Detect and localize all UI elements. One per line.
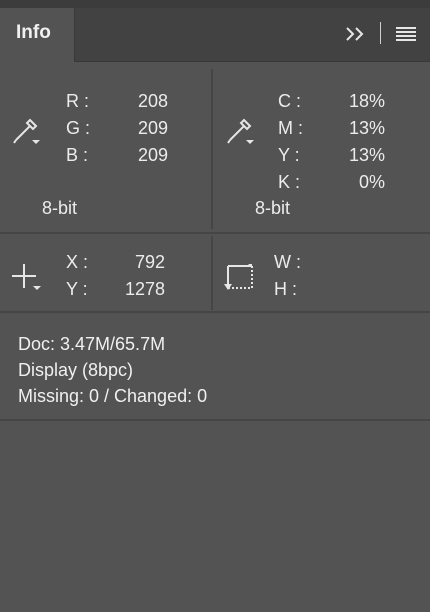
h-label: H : [274,279,298,299]
vertical-divider-top [211,69,213,229]
r-label: R : [66,91,90,111]
panel-header: Info [0,8,430,62]
c-value: 18% [348,91,385,111]
horizontal-divider-1 [0,232,430,234]
rgb-bit-depth: 8-bit [42,198,78,218]
eyedropper-icon [227,118,254,144]
k-value: 0% [358,172,385,192]
selection-size-icon [224,264,253,290]
horizontal-divider-2 [0,311,430,313]
size-units-button [222,262,256,299]
header-separator [380,22,381,44]
g-value: 209 [137,118,168,138]
panel-menu-button[interactable] [395,25,417,43]
g-label: G : [66,118,91,138]
m-value: 13% [348,118,385,138]
x-label: X : [66,252,89,272]
position-units-button[interactable] [10,262,44,299]
y-position-value: 1278 [124,279,165,299]
collapse-panel-button[interactable] [343,24,367,44]
b-value: 209 [137,145,168,165]
m-label: M : [278,118,303,138]
double-chevron-right-icon [346,27,364,41]
panel-top-border [0,0,430,8]
panel-empty-area [0,421,430,612]
tab-info-label: Info [16,22,51,43]
tab-info[interactable]: Info [0,8,75,62]
missing-changed-text: Missing: 0 / Changed: 0 [18,386,208,406]
r-value: 208 [137,91,168,111]
vertical-divider-bottom [211,236,213,310]
c-label: C : [278,91,302,111]
k-label: K : [278,172,301,192]
w-label: W : [274,252,301,272]
crosshair-icon [12,264,41,290]
y-label: Y : [278,145,300,165]
b-label: B : [66,145,89,165]
cmyk-bit-depth: 8-bit [255,198,291,218]
x-value: 792 [134,252,165,272]
doc-size-text: Doc: 3.47M/65.7M [18,334,166,354]
cmyk-eyedropper-button[interactable] [225,116,259,151]
display-mode-text: Display (8bpc) [18,360,134,380]
info-panel: Info R: 208 G: 209 B: 209 8-bit C: 1… [0,0,430,612]
hamburger-menu-icon [396,27,416,41]
eyedropper-icon [13,118,40,144]
rgb-eyedropper-button[interactable] [11,116,45,151]
y-position-label: Y : [66,279,88,299]
y-value: 13% [348,145,385,165]
